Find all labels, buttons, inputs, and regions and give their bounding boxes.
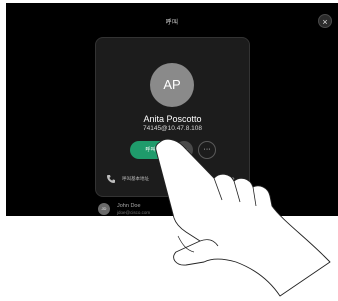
call-address-label: 呼叫基本地址 (122, 176, 149, 181)
favorite-button[interactable]: ★ (175, 141, 193, 159)
more-icon: ··· (203, 146, 211, 153)
call-address-row[interactable]: 呼叫基本地址 › (106, 174, 241, 186)
contact-card: AP Anita Poscotto 74145@10.47.8.108 呼叫 ★… (95, 37, 250, 197)
call-button[interactable]: 呼叫 (130, 141, 171, 159)
illustration-stage: 呼叫 × AP Anita Poscotto 74145@10.47.8.108… (0, 0, 338, 301)
recent-contact-item[interactable]: JD John Doe jdoe@cisco.com (98, 203, 248, 216)
phone-icon (107, 175, 115, 183)
recent-contact-name: John Doe (117, 203, 141, 209)
avatar: AP (150, 63, 194, 107)
recent-avatar: JD (98, 203, 110, 215)
contact-number: 74145@10.47.8.108 (142, 125, 202, 132)
star-icon: ★ (179, 145, 189, 155)
more-options-button[interactable]: ··· (198, 141, 216, 159)
chevron-right-icon: › (232, 174, 235, 183)
device-screen: 呼叫 × AP Anita Poscotto 74145@10.47.8.108… (6, 3, 338, 216)
close-button[interactable]: × (318, 14, 332, 28)
recent-contact-email: jdoe@cisco.com (117, 210, 151, 215)
contact-name: Anita Poscotto (143, 114, 202, 124)
screen-title: 呼叫 (165, 20, 179, 26)
